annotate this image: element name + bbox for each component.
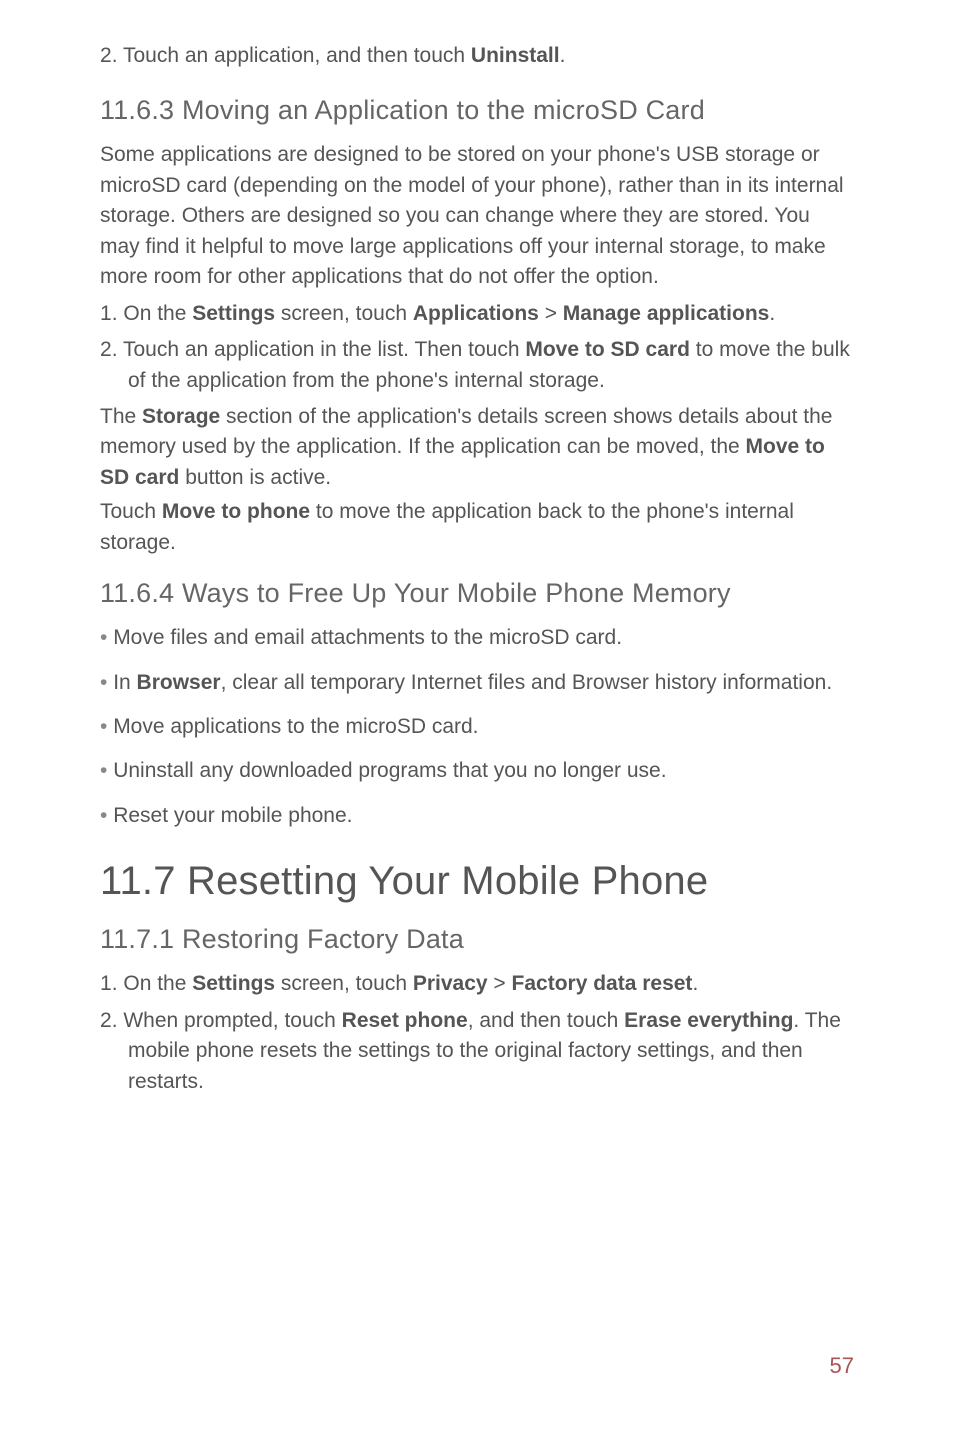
- uninstall-step-2: Touch an application, and then touch Uni…: [100, 41, 854, 71]
- paragraph-storage-section: The Storage section of the application's…: [100, 402, 854, 493]
- factory-reset-step-1: On the Settings screen, touch Privacy > …: [100, 969, 854, 999]
- free-memory-item-2: In Browser, clear all temporary Internet…: [100, 668, 854, 698]
- paragraph-moving-app-intro: Some applications are designed to be sto…: [100, 140, 854, 292]
- heading-11-6-3: 11.6.3 Moving an Application to the micr…: [100, 95, 854, 126]
- heading-11-7: 11.7 Resetting Your Mobile Phone: [100, 859, 854, 904]
- free-memory-item-3: Move applications to the microSD card.: [100, 712, 854, 742]
- paragraph-move-to-phone: Touch Move to phone to move the applicat…: [100, 497, 854, 558]
- uninstall-step-list: Touch an application, and then touch Uni…: [100, 41, 854, 71]
- moving-app-step-1: On the Settings screen, touch Applicatio…: [100, 299, 854, 329]
- factory-reset-step-2: When prompted, touch Reset phone, and th…: [100, 1006, 854, 1097]
- free-memory-item-1: Move files and email attachments to the …: [100, 623, 854, 653]
- free-memory-item-5: Reset your mobile phone.: [100, 801, 854, 831]
- free-memory-item-4: Uninstall any downloaded programs that y…: [100, 756, 854, 786]
- moving-app-step-2: Touch an application in the list. Then t…: [100, 335, 854, 396]
- page-number: 57: [830, 1353, 854, 1379]
- heading-11-7-1: 11.7.1 Restoring Factory Data: [100, 924, 854, 955]
- factory-reset-steps: On the Settings screen, touch Privacy > …: [100, 969, 854, 1097]
- moving-app-steps: On the Settings screen, touch Applicatio…: [100, 299, 854, 396]
- free-memory-list: Move files and email attachments to the …: [100, 623, 854, 831]
- heading-11-6-4: 11.6.4 Ways to Free Up Your Mobile Phone…: [100, 578, 854, 609]
